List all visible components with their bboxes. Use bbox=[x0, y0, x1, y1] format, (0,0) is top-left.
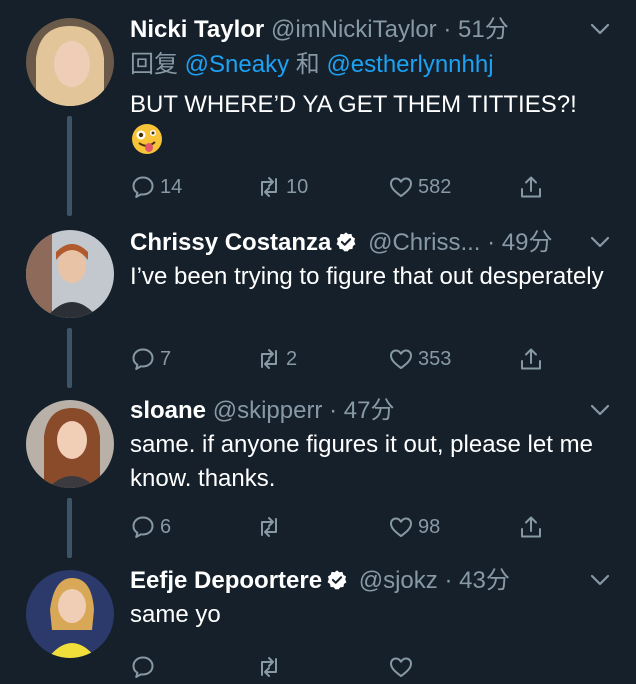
display-name[interactable]: Eefje Depoortere bbox=[130, 567, 322, 594]
retweet-button[interactable]: 10 bbox=[256, 170, 308, 204]
tweet-text: same. if anyone figures it out, please l… bbox=[130, 431, 593, 492]
zany-face-emoji-icon bbox=[132, 124, 162, 154]
retweet-count: 10 bbox=[286, 175, 309, 198]
display-name[interactable]: Chrissy Costanza bbox=[130, 229, 331, 256]
reply-count: 6 bbox=[160, 515, 172, 538]
replying-to: 回复 @Sneaky 和 @estherlynnhhj bbox=[130, 48, 494, 82]
display-name[interactable]: Nicki Taylor bbox=[130, 16, 264, 43]
tweet-actions bbox=[130, 650, 610, 684]
reply-button[interactable]: 6 bbox=[130, 510, 171, 544]
tweet-header: Eefje Depoortere @sjokz · 43分 bbox=[130, 564, 610, 598]
reply-icon bbox=[132, 656, 154, 678]
user-handle[interactable]: @skipperr bbox=[213, 397, 323, 424]
thread-line bbox=[67, 498, 72, 558]
tweet-header: Chrissy Costanza @Chriss... · 49分 bbox=[130, 226, 610, 260]
avatar[interactable] bbox=[26, 570, 114, 658]
reply-count: 7 bbox=[160, 347, 172, 370]
like-count: 98 bbox=[418, 515, 441, 538]
separator-dot: · bbox=[444, 567, 453, 594]
retweet-icon bbox=[261, 657, 277, 677]
display-name[interactable]: sloane bbox=[130, 397, 206, 424]
tweet-actions: 14 10 582 bbox=[130, 170, 610, 204]
tweet-text: same yo bbox=[130, 601, 221, 628]
chevron-down-icon[interactable] bbox=[588, 568, 612, 592]
chevron-down-icon[interactable] bbox=[588, 230, 612, 254]
separator-dot: · bbox=[487, 229, 496, 256]
user-handle[interactable]: @sjokz bbox=[359, 567, 438, 594]
share-button[interactable] bbox=[518, 170, 548, 204]
avatar[interactable] bbox=[26, 18, 114, 106]
reply-button[interactable]: 14 bbox=[130, 170, 182, 204]
like-count: 582 bbox=[418, 175, 452, 198]
like-button[interactable] bbox=[388, 650, 418, 684]
tweet-sloane[interactable]: sloane @skipperr · 47分 same. if anyone f… bbox=[0, 390, 636, 560]
chevron-down-icon[interactable] bbox=[588, 398, 612, 422]
heart-icon bbox=[390, 177, 412, 197]
tweet-header: Nicki Taylor @imNickiTaylor · 51分 bbox=[130, 13, 610, 47]
avatar[interactable] bbox=[26, 230, 114, 318]
tweet-actions: 6 98 bbox=[130, 510, 610, 544]
share-icon bbox=[521, 176, 541, 198]
thread-line bbox=[67, 116, 72, 216]
thread-line bbox=[67, 328, 72, 388]
share-button[interactable] bbox=[518, 342, 548, 376]
reply-icon bbox=[132, 176, 154, 198]
retweet-icon bbox=[261, 349, 277, 369]
timestamp[interactable]: 43分 bbox=[459, 567, 510, 594]
retweet-button[interactable]: 2 bbox=[256, 342, 297, 376]
reply-icon bbox=[132, 348, 154, 370]
like-button[interactable]: 353 bbox=[388, 342, 451, 376]
retweet-count: 2 bbox=[286, 347, 298, 370]
tweet-chrissy-costanza[interactable]: Chrissy Costanza @Chriss... · 49分 I’ve b… bbox=[0, 220, 636, 390]
timestamp[interactable]: 47分 bbox=[344, 397, 395, 424]
retweet-icon bbox=[261, 177, 277, 197]
tweet-header: sloane @skipperr · 47分 bbox=[130, 394, 610, 428]
retweet-button[interactable] bbox=[256, 510, 286, 544]
retweet-button[interactable] bbox=[256, 650, 286, 684]
tweet-eefje-depoortere[interactable]: Eefje Depoortere @sjokz · 43分 same yo bbox=[0, 560, 636, 678]
verified-badge-icon bbox=[327, 570, 347, 590]
reply-icon bbox=[132, 516, 154, 538]
replying-and: 和 bbox=[295, 51, 320, 78]
reply-button[interactable] bbox=[130, 650, 160, 684]
separator-dot: · bbox=[443, 16, 452, 43]
reply-count: 14 bbox=[160, 175, 183, 198]
timestamp[interactable]: 51分 bbox=[458, 16, 509, 43]
avatar[interactable] bbox=[26, 400, 114, 488]
reply-button[interactable]: 7 bbox=[130, 342, 171, 376]
user-handle[interactable]: @Chriss... bbox=[368, 229, 480, 256]
like-button[interactable]: 582 bbox=[388, 170, 451, 204]
mention-link[interactable]: @Sneaky bbox=[185, 51, 289, 78]
share-icon bbox=[521, 348, 541, 370]
like-count: 353 bbox=[418, 347, 452, 370]
retweet-icon bbox=[261, 517, 277, 537]
tweet-text: BUT WHERE’D YA GET THEM TITTIES?! bbox=[130, 91, 577, 118]
heart-icon bbox=[390, 349, 412, 369]
user-handle[interactable]: @imNickiTaylor bbox=[271, 16, 437, 43]
replying-prefix: 回复 bbox=[130, 51, 178, 78]
share-icon bbox=[521, 516, 541, 538]
timestamp[interactable]: 49分 bbox=[502, 229, 553, 256]
separator-dot: · bbox=[329, 397, 338, 424]
heart-icon bbox=[390, 517, 412, 537]
chevron-down-icon[interactable] bbox=[588, 17, 612, 41]
share-button[interactable] bbox=[518, 510, 548, 544]
tweet-actions: 7 2 353 bbox=[130, 342, 610, 376]
heart-icon bbox=[390, 657, 412, 677]
tweet-text: I’ve been trying to figure that out desp… bbox=[130, 263, 604, 290]
like-button[interactable]: 98 bbox=[388, 510, 440, 544]
tweet-nicki-taylor[interactable]: Nicki Taylor @imNickiTaylor · 51分 回复 @Sn… bbox=[0, 0, 636, 220]
mention-link[interactable]: @estherlynnhhj bbox=[326, 51, 493, 78]
verified-badge-icon bbox=[336, 232, 356, 252]
